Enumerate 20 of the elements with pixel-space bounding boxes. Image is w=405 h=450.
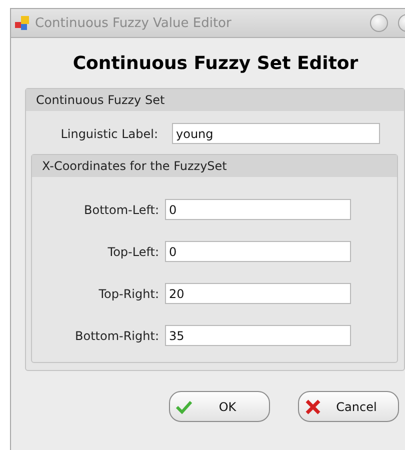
field-label: Top-Right:: [98, 286, 159, 300]
input-field[interactable]: 35: [165, 325, 351, 346]
input-field[interactable]: young: [172, 123, 380, 144]
field-label: Bottom-Right:: [74, 328, 159, 342]
ok-button[interactable]: OK: [169, 391, 270, 422]
field-label: Top-Left:: [106, 244, 159, 258]
group-title: Continuous Fuzzy Set: [26, 89, 404, 111]
window-title: Continuous Fuzzy Value Editor: [35, 16, 232, 30]
app-icon: [15, 16, 29, 30]
close-icon: [305, 398, 321, 414]
dialog-heading: Continuous Fuzzy Set Editor: [72, 53, 358, 74]
field-label: Bottom-Left:: [83, 202, 159, 216]
window-button[interactable]: [370, 14, 388, 32]
group-title: X-Coordinates for the FuzzySet: [32, 155, 397, 177]
input-field[interactable]: 20: [165, 283, 351, 304]
input-field[interactable]: 0: [165, 241, 351, 262]
cancel-button[interactable]: Cancel: [298, 391, 399, 422]
input-field[interactable]: 0: [165, 199, 351, 220]
field-label: Linguistic Label:: [60, 126, 158, 140]
check-icon: [176, 400, 192, 414]
